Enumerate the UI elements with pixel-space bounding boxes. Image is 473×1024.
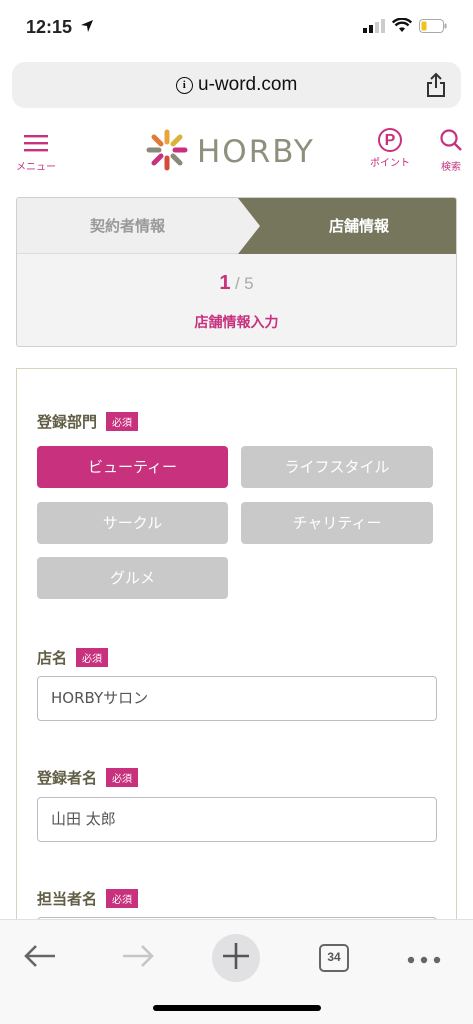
points-button[interactable]: P ポイント bbox=[366, 128, 414, 169]
logo-text: HORBY bbox=[197, 134, 315, 170]
step-title: 店舗情報入力 bbox=[194, 315, 279, 331]
category-beauty-button[interactable]: ビューティー bbox=[37, 446, 228, 488]
back-arrow-icon bbox=[23, 943, 57, 973]
category-label: 登録部門 必須 bbox=[37, 411, 139, 432]
search-icon bbox=[434, 128, 468, 156]
step-indicator: 契約者情報 店舗情報 1 / 5 店舗情報入力 bbox=[16, 197, 457, 347]
points-label: ポイント bbox=[370, 158, 410, 169]
registrant-label-text: 登録者名 bbox=[37, 769, 98, 787]
tabs-count-icon: 34 bbox=[319, 944, 349, 972]
shop-name-input[interactable]: HORBYサロン bbox=[37, 676, 437, 721]
app-header: メニュー HORBY P ポイント 検索 bbox=[0, 120, 473, 182]
category-circle-button[interactable]: サークル bbox=[37, 502, 228, 544]
step-tab-contractor: 契約者情報 bbox=[89, 217, 165, 235]
share-icon[interactable] bbox=[425, 72, 447, 102]
hamburger-icon bbox=[12, 134, 60, 156]
contact-label: 担当者名 必須 bbox=[37, 888, 139, 909]
store-info-form: 登録部門 必須 ビューティー ライフスタイル サークル チャリティー グルメ 店… bbox=[16, 368, 457, 937]
cellular-signal-icon bbox=[363, 18, 385, 37]
shop-name-label: 店名 必須 bbox=[37, 647, 109, 668]
url-display[interactable]: i u-word.com bbox=[12, 74, 461, 96]
plus-icon bbox=[221, 941, 251, 975]
wifi-icon bbox=[391, 17, 413, 37]
more-dots-icon bbox=[407, 949, 441, 968]
category-charity-button[interactable]: チャリティー bbox=[241, 502, 433, 544]
back-button[interactable] bbox=[16, 934, 64, 982]
status-bar: 12:15 bbox=[0, 0, 473, 58]
required-badge: 必須 bbox=[106, 889, 139, 908]
battery-icon bbox=[419, 18, 447, 37]
step-progress: 1 / 5 bbox=[17, 272, 456, 295]
required-badge: 必須 bbox=[106, 412, 139, 431]
contact-label-text: 担当者名 bbox=[37, 890, 98, 908]
category-lifestyle-button[interactable]: ライフスタイル bbox=[241, 446, 433, 488]
step-tab-store-label: 店舗情報 bbox=[328, 217, 389, 235]
logo-flower-icon bbox=[145, 128, 189, 176]
point-p-icon: P bbox=[378, 128, 402, 152]
url-bar[interactable]: i u-word.com bbox=[12, 62, 461, 108]
new-tab-button[interactable] bbox=[212, 934, 260, 982]
status-time: 12:15 bbox=[26, 17, 73, 37]
info-icon: i bbox=[175, 77, 193, 94]
registrant-name-input[interactable]: 山田 太郎 bbox=[37, 797, 437, 842]
step-separator: / bbox=[234, 274, 240, 293]
step-tabs: 契約者情報 店舗情報 bbox=[17, 198, 456, 254]
tabs-button[interactable]: 34 bbox=[310, 934, 358, 982]
menu-button[interactable]: メニュー bbox=[12, 134, 60, 173]
forward-button[interactable] bbox=[114, 934, 162, 982]
step-total: 5 bbox=[244, 274, 254, 293]
search-button[interactable]: 検索 bbox=[434, 128, 468, 173]
home-indicator[interactable] bbox=[153, 1005, 321, 1011]
step-arrow bbox=[238, 198, 260, 254]
required-badge: 必須 bbox=[76, 648, 109, 667]
forward-arrow-icon bbox=[121, 943, 155, 973]
location-arrow-icon bbox=[80, 18, 94, 37]
category-label-text: 登録部門 bbox=[37, 413, 98, 431]
more-button[interactable] bbox=[400, 934, 448, 982]
shop-name-label-text: 店名 bbox=[37, 649, 68, 667]
step-current: 1 bbox=[219, 272, 231, 294]
horby-logo[interactable]: HORBY bbox=[145, 128, 315, 176]
required-badge: 必須 bbox=[106, 768, 139, 787]
registrant-label: 登録者名 必須 bbox=[37, 767, 139, 788]
search-label: 検索 bbox=[441, 162, 461, 173]
url-text: u-word.com bbox=[198, 74, 298, 95]
category-gourmet-button[interactable]: グルメ bbox=[37, 557, 228, 599]
menu-label: メニュー bbox=[16, 162, 56, 173]
